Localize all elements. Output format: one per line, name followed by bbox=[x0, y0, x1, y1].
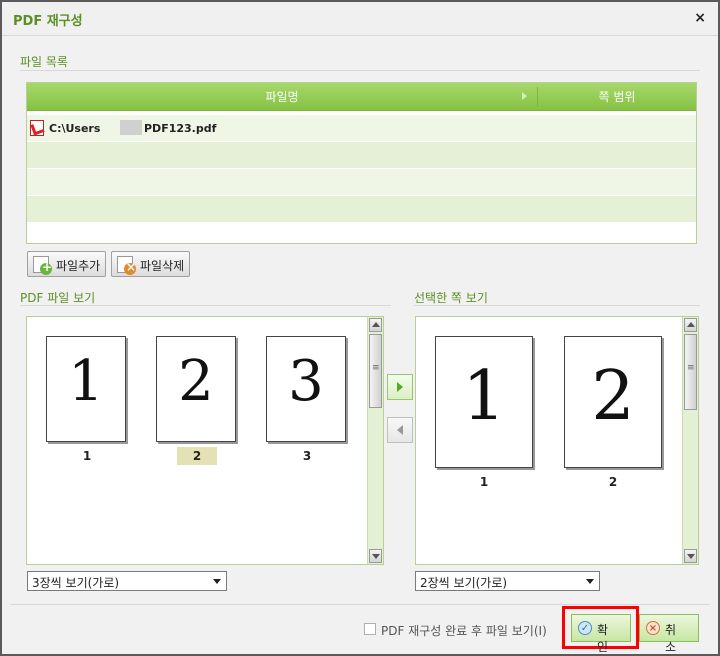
pdf-restructure-dialog: PDF 재구성 × 파일 목록 파일명 쪽 범위 C:\Users PDF123… bbox=[0, 0, 720, 656]
chevron-down-icon bbox=[586, 579, 594, 584]
page-caption: 1 bbox=[82, 449, 92, 463]
page-caption: 1 bbox=[479, 475, 489, 489]
ok-label: 확 인 bbox=[597, 623, 612, 654]
page-thumbnail[interactable]: 2 bbox=[156, 336, 236, 442]
file-path-prefix: C:\Users bbox=[49, 122, 101, 135]
pdf-page-viewer[interactable]: 1 2 3 1 2 3 bbox=[26, 316, 384, 565]
scroll-down-arrow-icon[interactable] bbox=[684, 549, 697, 563]
scroll-thumb[interactable] bbox=[369, 334, 382, 408]
column-header-filename[interactable]: 파일명 bbox=[27, 83, 537, 111]
file-list-header: 파일명 쪽 범위 bbox=[27, 83, 696, 111]
page-thumbnail-number: 2 bbox=[178, 349, 214, 414]
table-row bbox=[27, 196, 696, 223]
delete-file-button[interactable]: 파일삭제 bbox=[111, 251, 190, 277]
page-caption: 2 bbox=[608, 475, 618, 489]
scroll-up-arrow-icon[interactable] bbox=[684, 318, 697, 332]
add-file-label: 파일추가 bbox=[56, 259, 101, 273]
vertical-scrollbar[interactable] bbox=[367, 317, 383, 564]
divider bbox=[414, 305, 700, 306]
pdf-view-mode-value: 3장씩 보기(가로) bbox=[32, 576, 120, 590]
check-icon: ✓ bbox=[578, 621, 592, 635]
file-cell[interactable]: C:\Users PDF123.pdf bbox=[27, 115, 696, 142]
page-thumbnail-number: 3 bbox=[288, 349, 324, 414]
page-thumbnail[interactable]: 3 bbox=[266, 336, 346, 442]
close-icon: × bbox=[646, 621, 660, 635]
file-list-rows: C:\Users PDF123.pdf bbox=[27, 115, 696, 223]
dialog-title: PDF 재구성 bbox=[13, 14, 83, 29]
table-row bbox=[27, 169, 696, 196]
delete-icon bbox=[124, 260, 136, 275]
selected-view-mode-select[interactable]: 2장씩 보기(가로) bbox=[415, 571, 600, 591]
cancel-button[interactable]: × 취 소 bbox=[639, 614, 699, 654]
scroll-up-arrow-icon[interactable] bbox=[369, 318, 382, 332]
add-icon bbox=[40, 260, 52, 275]
divider bbox=[10, 604, 710, 605]
page-thumbnail[interactable]: 1 bbox=[46, 336, 126, 442]
file-name: PDF123.pdf bbox=[144, 122, 217, 135]
page-caption-selected[interactable]: 2 bbox=[177, 447, 217, 465]
pdf-file-icon bbox=[30, 120, 44, 136]
selected-page-viewer[interactable]: 1 2 1 2 bbox=[415, 316, 699, 565]
open-after-checkbox[interactable] bbox=[364, 623, 376, 635]
cancel-label: 취 소 bbox=[665, 623, 680, 654]
add-file-button[interactable]: 파일추가 bbox=[27, 251, 106, 277]
divider bbox=[20, 305, 391, 306]
delete-file-label: 파일삭제 bbox=[140, 259, 185, 273]
vertical-scrollbar[interactable] bbox=[682, 317, 698, 564]
pdf-view-mode-select[interactable]: 3장씩 보기(가로) bbox=[27, 571, 227, 591]
scroll-down-arrow-icon[interactable] bbox=[369, 549, 382, 563]
page-thumbnail-number: 1 bbox=[68, 349, 104, 414]
page-thumbnail[interactable]: 1 bbox=[435, 336, 533, 468]
pdf-viewer-label: PDF 파일 보기 bbox=[20, 291, 96, 305]
file-list-table: 파일명 쪽 범위 C:\Users PDF123.pdf bbox=[26, 82, 697, 244]
page-thumbnail-number: 2 bbox=[591, 357, 635, 436]
redacted-path-block bbox=[120, 120, 142, 135]
page-thumbnail-number: 1 bbox=[462, 357, 506, 436]
page-caption: 3 bbox=[302, 449, 312, 463]
ok-button[interactable]: ✓ 확 인 bbox=[571, 614, 631, 654]
add-to-selection-button[interactable] bbox=[387, 374, 413, 400]
sort-arrow-icon bbox=[522, 92, 527, 100]
open-after-label[interactable]: PDF 재구성 완료 후 파일 보기(I) bbox=[381, 622, 547, 639]
remove-from-selection-button[interactable] bbox=[387, 417, 413, 443]
page-thumbnail[interactable]: 2 bbox=[564, 336, 662, 468]
close-icon[interactable]: × bbox=[694, 10, 706, 26]
column-header-page-range[interactable]: 쪽 범위 bbox=[538, 83, 696, 111]
chevron-down-icon bbox=[213, 579, 221, 584]
title-bar: PDF 재구성 × bbox=[2, 2, 718, 36]
divider bbox=[20, 70, 700, 71]
scroll-thumb[interactable] bbox=[684, 334, 697, 410]
table-row[interactable]: C:\Users PDF123.pdf bbox=[27, 115, 696, 142]
selected-viewer-label: 선택한 쪽 보기 bbox=[414, 291, 488, 305]
table-row bbox=[27, 142, 696, 169]
file-list-label: 파일 목록 bbox=[20, 55, 68, 69]
selected-view-mode-value: 2장씩 보기(가로) bbox=[420, 576, 508, 590]
